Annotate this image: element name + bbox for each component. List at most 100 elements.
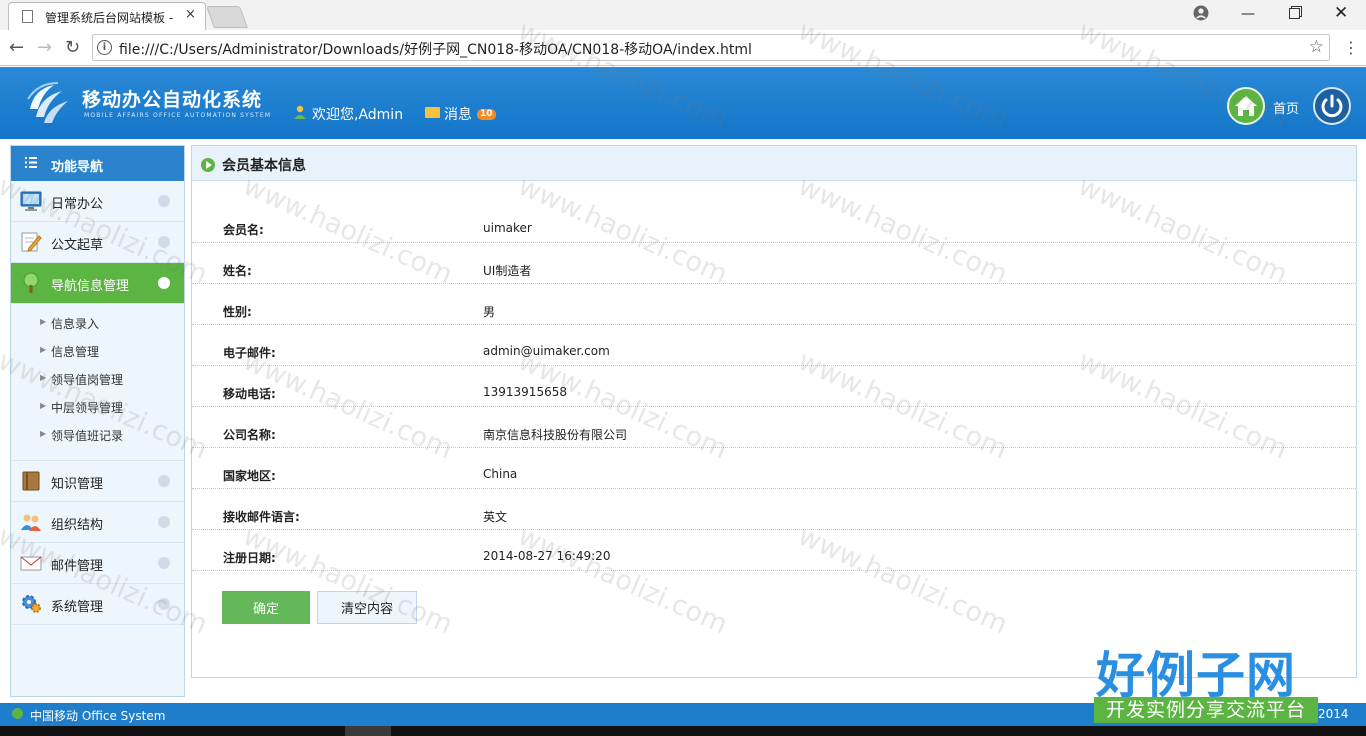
field-value: 2014-08-27 16:49:20	[483, 549, 611, 563]
form-row-username: 会员名: uimaker	[192, 202, 1356, 243]
caret-right-icon: ▶	[40, 345, 47, 354]
welcome-text[interactable]: 欢迎您,Admin	[312, 104, 403, 124]
member-info-form: 会员名: uimaker 姓名: UI制造者 性别: 男 电子邮件: admin…	[192, 202, 1356, 571]
page-info-icon[interactable]: i	[97, 40, 112, 55]
browser-menu-icon[interactable]: ⋮	[1343, 38, 1359, 57]
caret-right-icon: ▶	[40, 373, 47, 382]
browser-tab[interactable]: 管理系统后台网站模板 - ×	[8, 2, 206, 30]
pencil-icon	[21, 232, 42, 252]
window-close-button[interactable]: ✕	[1334, 3, 1348, 23]
sidebar-item-mail[interactable]: 邮件管理	[11, 543, 184, 584]
tab-close-icon[interactable]: ×	[185, 7, 196, 22]
os-taskbar	[0, 726, 1366, 736]
field-label: 电子邮件:	[223, 346, 276, 360]
back-arrow-icon[interactable]: ←	[9, 37, 24, 58]
field-value: 男	[483, 305, 496, 319]
sidebar-title: 功能导航	[51, 160, 104, 175]
field-label: 性别:	[223, 305, 252, 319]
sidebar-item-knowledge[interactable]: 知识管理	[11, 461, 184, 502]
gear-icon	[22, 595, 41, 613]
sidebar-item-system[interactable]: 系统管理	[11, 584, 184, 625]
field-label: 会员名:	[223, 223, 264, 237]
submenu-label: 信息管理	[51, 345, 100, 359]
panel-header: 会员基本信息	[192, 146, 1356, 181]
field-value: UI制造者	[483, 264, 532, 278]
play-icon	[201, 158, 215, 172]
field-label: 国家地区:	[223, 469, 276, 483]
form-row-gender: 性别: 男	[192, 284, 1356, 325]
field-label: 姓名:	[223, 264, 252, 278]
submenu-label: 中层领导管理	[51, 401, 124, 415]
field-label: 公司名称:	[223, 428, 276, 442]
submenu-label: 信息录入	[51, 317, 100, 331]
main-panel: 会员基本信息 会员名: uimaker 姓名: UI制造者 性别: 男 电子邮件…	[191, 145, 1357, 678]
form-row-company: 公司名称: 南京信息科技股份有限公司	[192, 407, 1356, 448]
messages-link[interactable]: 消息	[444, 104, 472, 124]
profile-icon[interactable]	[1193, 5, 1209, 21]
minimize-button[interactable]: —	[1241, 6, 1255, 22]
submenu-item-leader-duty[interactable]: ▶ 领导值岗管理	[11, 366, 184, 394]
monitor-icon	[20, 191, 42, 211]
field-value: 13913915658	[483, 385, 567, 399]
sidebar-item-document-draft[interactable]: 公文起草	[11, 222, 184, 263]
form-row-country: 国家地区: China	[192, 448, 1356, 489]
app-header: 移动办公自动化系统 MOBILE AFFAIRS OFFICE AUTOMATI…	[0, 67, 1366, 139]
submenu-label: 领导值班记录	[51, 429, 124, 443]
submenu-item-duty-record[interactable]: ▶ 领导值班记录	[11, 422, 184, 450]
sidebar-item-organization[interactable]: 组织结构	[11, 502, 184, 543]
caret-right-icon: ▶	[40, 429, 47, 438]
app-footer: 中国移动 Office System 2014	[0, 703, 1366, 726]
field-label: 移动电话:	[223, 387, 276, 401]
submenu-item-info-manage[interactable]: ▶ 信息管理	[11, 338, 184, 366]
document-icon	[22, 10, 33, 23]
form-row-name: 姓名: UI制造者	[192, 243, 1356, 284]
sidebar-item-label: 邮件管理	[51, 559, 104, 574]
field-value: admin@uimaker.com	[483, 344, 610, 358]
confirm-button[interactable]: 确定	[222, 591, 310, 624]
sidebar-submenu: ▶ 信息录入 ▶ 信息管理 ▶ 领导值岗管理 ▶ 中层领导管理 ▶ 领导值班记录	[11, 304, 184, 461]
address-bar[interactable]: i file:///C:/Users/Administrator/Downloa…	[92, 34, 1330, 61]
submenu-item-middle-leader[interactable]: ▶ 中层领导管理	[11, 394, 184, 422]
form-row-mobile: 移动电话: 13913915658	[192, 366, 1356, 407]
field-value: 英文	[483, 510, 508, 524]
sidebar-item-daily-office[interactable]: 日常办公	[11, 181, 184, 222]
tab-title: 管理系统后台网站模板 -	[45, 11, 174, 25]
info-icon	[12, 708, 23, 719]
form-row-register-date: 注册日期: 2014-08-27 16:49:20	[192, 530, 1356, 571]
sidebar-item-label: 系统管理	[51, 600, 104, 615]
browser-tabstrip: 管理系统后台网站模板 - × — ✕	[0, 0, 1366, 30]
address-url[interactable]: file:///C:/Users/Administrator/Downloads…	[119, 39, 752, 59]
sidebar-item-nav-info[interactable]: 导航信息管理	[11, 263, 184, 304]
caret-right-icon: ▶	[40, 401, 47, 410]
chevron-right-icon	[158, 236, 170, 248]
submenu-item-info-entry[interactable]: ▶ 信息录入	[11, 310, 184, 338]
submenu-label: 领导值岗管理	[51, 373, 124, 387]
china-mobile-logo-icon	[27, 82, 68, 123]
footer-text: 中国移动 Office System	[30, 709, 166, 723]
forward-arrow-icon[interactable]: →	[37, 37, 52, 58]
field-value: 南京信息科技股份有限公司	[483, 428, 628, 442]
restore-button[interactable]	[1289, 8, 1300, 19]
panel-title: 会员基本信息	[222, 158, 306, 174]
chevron-right-icon	[158, 557, 170, 569]
chevron-right-icon	[158, 475, 170, 487]
sidebar: 功能导航 日常办公 公文起草 导航信息管理 ▶ 信息录入 ▶ 信息管理 ▶ 领导…	[10, 145, 185, 697]
sidebar-item-label: 导航信息管理	[51, 279, 130, 294]
logout-button[interactable]	[1313, 87, 1351, 125]
home-button[interactable]	[1227, 87, 1265, 125]
sidebar-item-label: 日常办公	[51, 197, 104, 212]
footer-year: 2014	[1318, 707, 1349, 721]
sidebar-item-label: 公文起草	[51, 238, 104, 253]
clear-button[interactable]: 清空内容	[317, 591, 417, 624]
new-tab-button[interactable]	[205, 6, 249, 28]
bookmark-star-icon[interactable]: ☆	[1309, 37, 1324, 57]
book-icon	[22, 471, 40, 491]
app-title: 移动办公自动化系统	[82, 89, 263, 111]
taskbar-button[interactable]	[345, 726, 391, 736]
home-label[interactable]: 首页	[1273, 98, 1299, 117]
sidebar-header: 功能导航	[11, 146, 184, 181]
envelope-icon[interactable]	[425, 107, 440, 118]
field-label: 注册日期:	[223, 551, 276, 565]
field-value: uimaker	[483, 221, 532, 235]
reload-icon[interactable]: ↻	[65, 37, 80, 58]
